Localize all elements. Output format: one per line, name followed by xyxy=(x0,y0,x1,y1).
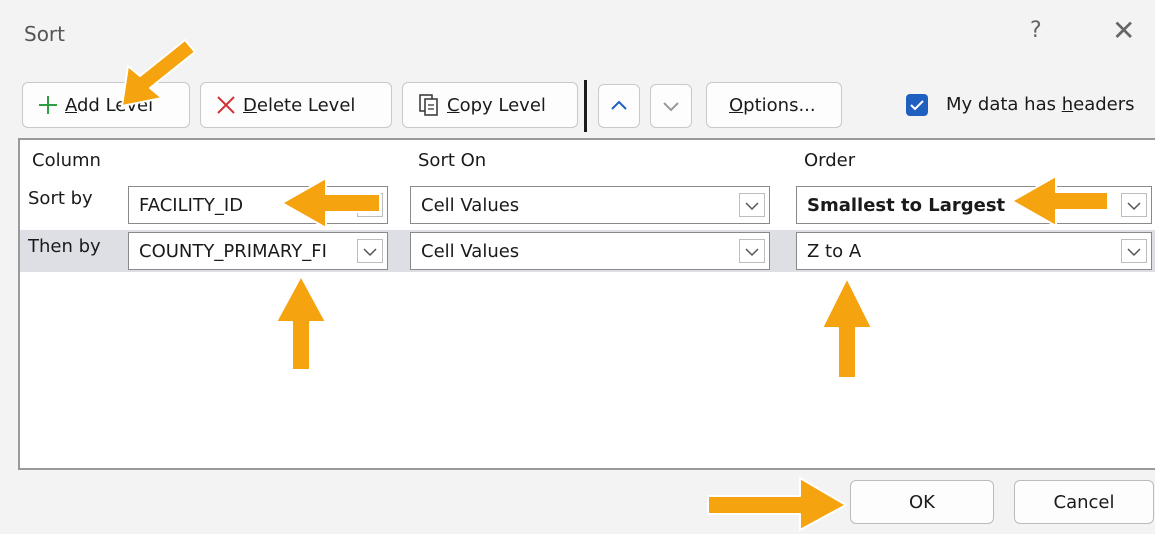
chevron-up-icon xyxy=(611,100,627,110)
close-button[interactable]: ✕ xyxy=(1112,14,1135,47)
column-select-value: COUNTY_PRIMARY_FI xyxy=(139,241,327,262)
sort-on-select-value: Cell Values xyxy=(421,195,520,216)
sort-on-header: Sort On xyxy=(418,150,487,171)
row-label-then-by: Then by xyxy=(28,236,101,257)
order-select-row1[interactable]: Smallest to Largest xyxy=(796,186,1152,224)
ok-button[interactable]: OK xyxy=(850,480,994,524)
add-level-label: Add Level xyxy=(65,94,154,116)
copy-icon xyxy=(419,94,438,116)
order-select-value: Z to A xyxy=(807,241,862,262)
delete-level-label: Delete Level xyxy=(243,94,356,116)
sort-on-select-row2[interactable]: Cell Values xyxy=(410,232,770,270)
chevron-down-icon[interactable] xyxy=(1121,193,1147,217)
chevron-down-icon[interactable] xyxy=(357,193,383,217)
chevron-down-icon[interactable] xyxy=(739,193,765,217)
sort-on-select-value: Cell Values xyxy=(421,241,520,262)
headers-checkbox[interactable] xyxy=(906,94,928,116)
headers-checkbox-label[interactable]: My data has headers xyxy=(946,94,1135,115)
chevron-down-icon xyxy=(663,102,679,112)
toolbar-separator xyxy=(584,80,587,132)
copy-level-label: Copy Level xyxy=(447,94,546,116)
column-header: Column xyxy=(32,150,101,171)
move-down-button[interactable] xyxy=(650,84,692,128)
title-bar: Sort ? ✕ xyxy=(0,0,1155,70)
column-select-row2[interactable]: COUNTY_PRIMARY_FI xyxy=(128,232,388,270)
column-select-value: FACILITY_ID xyxy=(139,195,244,216)
plus-icon xyxy=(39,96,57,114)
delete-level-button[interactable]: Delete Level xyxy=(200,82,392,128)
move-up-button[interactable] xyxy=(598,84,640,128)
sort-dialog: Sort ? ✕ Add Level Delete Level Copy Lev… xyxy=(0,0,1155,534)
help-button[interactable]: ? xyxy=(1030,18,1042,43)
chevron-down-icon[interactable] xyxy=(739,239,765,263)
add-level-button[interactable]: Add Level xyxy=(22,82,190,128)
row-label-sort-by: Sort by xyxy=(28,188,93,209)
options-label: Options... xyxy=(729,94,816,116)
column-select-row1[interactable]: FACILITY_ID xyxy=(128,186,388,224)
copy-level-button[interactable]: Copy Level xyxy=(402,82,578,128)
checkmark-icon xyxy=(910,100,924,111)
options-button[interactable]: Options... xyxy=(706,82,842,128)
annotation-arrow-icon xyxy=(707,477,847,531)
chevron-down-icon[interactable] xyxy=(1121,239,1147,263)
order-select-row2[interactable]: Z to A xyxy=(796,232,1152,270)
sort-on-select-row1[interactable]: Cell Values xyxy=(410,186,770,224)
delete-x-icon xyxy=(217,96,235,114)
cancel-button[interactable]: Cancel xyxy=(1014,480,1154,524)
chevron-down-icon[interactable] xyxy=(357,239,383,263)
dialog-title: Sort xyxy=(24,22,65,46)
order-header: Order xyxy=(804,150,856,171)
order-select-value: Smallest to Largest xyxy=(807,195,1006,216)
